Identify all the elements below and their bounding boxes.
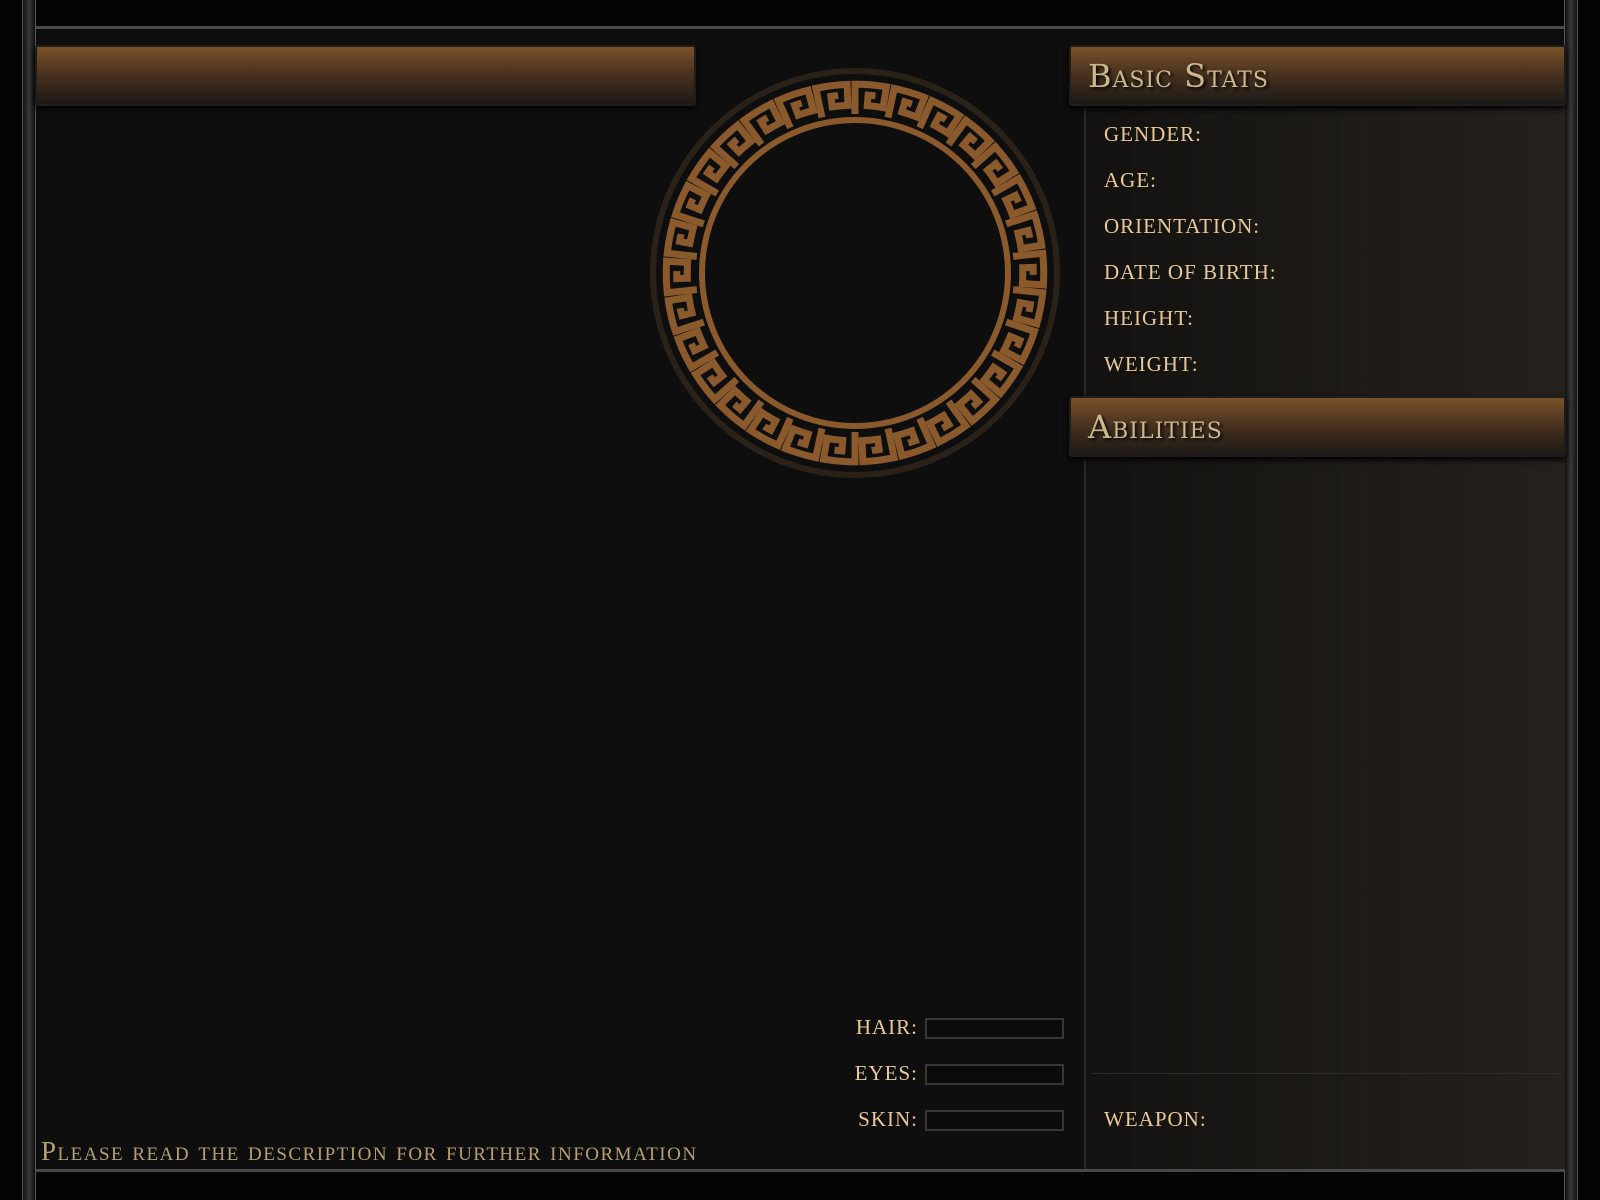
meander-unit	[671, 180, 712, 228]
meander-unit	[851, 80, 891, 114]
stat-gender-label: GENDER:	[1104, 122, 1202, 146]
meander-unit	[662, 257, 698, 297]
meander-unit	[1005, 210, 1046, 253]
abilities-header: Abilities	[1069, 396, 1566, 457]
stat-dob-label: DATE OF BIRTH:	[1104, 260, 1277, 284]
right-frame	[1564, 0, 1578, 1200]
eyes-field[interactable]	[925, 1064, 1064, 1085]
stat-age-label: AGE:	[1104, 168, 1157, 192]
meander-unit	[664, 293, 705, 336]
name-header-bar	[35, 45, 696, 106]
abilities-title: Abilities	[1088, 408, 1223, 446]
weapon-label: WEAPON:	[1104, 1107, 1207, 1131]
footer-note: Please read the description for further …	[41, 1136, 698, 1166]
meander-unit	[858, 427, 899, 466]
meander-unit	[745, 407, 794, 451]
portrait-frame-icon	[650, 68, 1060, 478]
hair-field[interactable]	[925, 1018, 1064, 1039]
meander-unit	[1012, 249, 1048, 289]
skin-label: SKIN:	[858, 1107, 918, 1131]
meander-unit	[1012, 286, 1047, 329]
stat-orientation-label: ORIENTATION:	[1104, 214, 1261, 238]
meander-unit	[916, 95, 965, 139]
stat-weight-label: WEIGHT:	[1104, 352, 1199, 376]
stat-height-label: HEIGHT:	[1104, 306, 1194, 330]
hair-label: HAIR:	[855, 1015, 918, 1039]
meander-unit	[811, 80, 852, 119]
meander-unit	[998, 318, 1039, 366]
basic-stats-header: Basic Stats	[1069, 45, 1566, 106]
eyes-label: EYES:	[854, 1061, 918, 1085]
meander-unit	[884, 84, 930, 122]
left-frame	[22, 0, 36, 1200]
top-band	[34, 0, 1566, 29]
ring-inner	[699, 117, 1011, 429]
meander-unit	[663, 217, 698, 260]
bottom-band	[34, 1169, 1566, 1200]
divider	[1092, 1073, 1562, 1074]
meander-unit	[819, 432, 859, 466]
basic-stats-title: Basic Stats	[1088, 57, 1269, 95]
meander-unit	[780, 424, 826, 462]
ring-outer	[650, 68, 1060, 478]
skin-field[interactable]	[925, 1110, 1064, 1131]
